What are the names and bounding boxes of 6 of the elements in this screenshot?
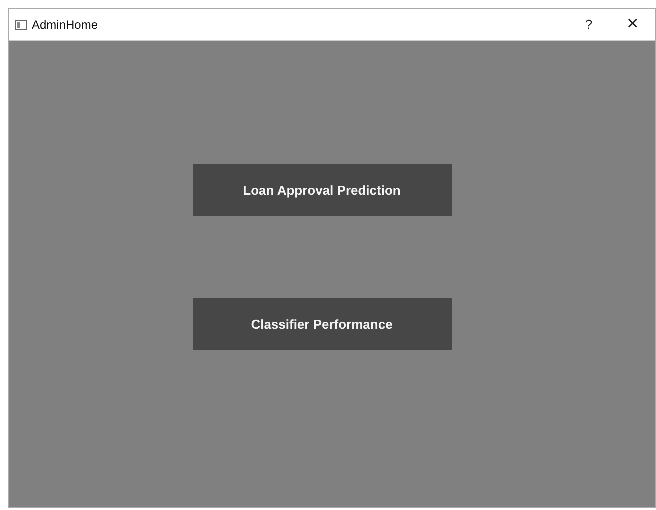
action-button[interactable]: Loan Approval Prediction — [192, 164, 452, 216]
window-title: AdminHome — [32, 18, 100, 32]
close-button[interactable]: × — [611, 10, 655, 40]
window-icon — [15, 20, 27, 30]
help-button[interactable]: ? — [567, 10, 611, 40]
action-button[interactable]: Classifier Performance — [192, 298, 452, 350]
